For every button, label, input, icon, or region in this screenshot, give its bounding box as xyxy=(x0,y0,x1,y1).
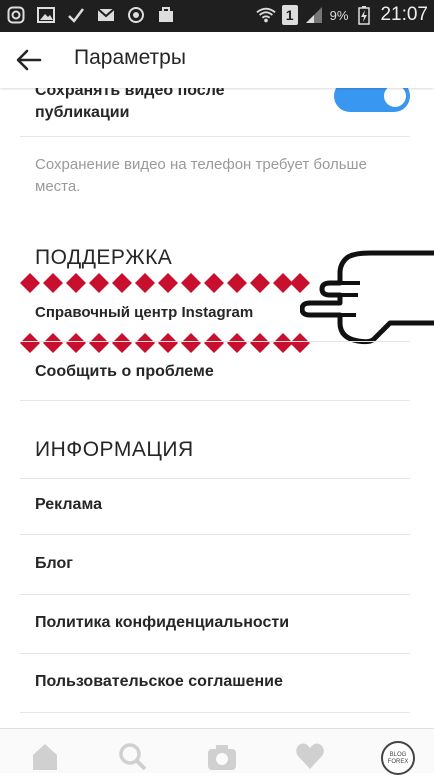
signal-icon xyxy=(304,5,324,25)
mail-icon xyxy=(96,5,116,25)
pointing-hand-icon xyxy=(300,250,434,345)
page-title: Параметры xyxy=(74,46,186,69)
support-section-header: ПОДДЕРЖКА xyxy=(35,246,173,269)
report-problem-item[interactable]: Сообщить о проблеме xyxy=(35,363,214,381)
ads-item[interactable]: Реклама xyxy=(35,496,102,514)
search-icon[interactable] xyxy=(117,741,147,771)
status-bar: 1 9% 21:07 xyxy=(0,0,434,32)
divider xyxy=(20,341,410,342)
sim-label: 1 xyxy=(285,7,294,23)
divider xyxy=(20,653,410,654)
divider xyxy=(20,136,410,137)
instagram-notification-icon xyxy=(6,5,26,25)
terms-of-use-item[interactable]: Пользовательское соглашение xyxy=(35,673,283,691)
privacy-policy-item[interactable]: Политика конфиденциальности xyxy=(35,614,289,632)
bottom-nav: BLOG FOREX xyxy=(0,728,434,775)
info-section-header: ИНФОРМАЦИЯ xyxy=(35,438,194,461)
gallery-icon xyxy=(36,5,56,25)
help-center-item[interactable]: Справочный центр Instagram xyxy=(35,304,253,321)
divider xyxy=(20,478,410,479)
settings-list[interactable]: Сохранять видео после публикации Сохране… xyxy=(0,88,434,728)
divider xyxy=(20,400,410,401)
save-video-row[interactable]: Сохранять видео после публикации xyxy=(0,88,434,136)
save-video-hint: Сохранение видео на телефон требует боль… xyxy=(35,156,367,195)
profile-avatar[interactable]: BLOG FOREX xyxy=(381,741,415,775)
sim-icon: 1 xyxy=(281,5,298,25)
camera-icon[interactable] xyxy=(206,741,236,771)
blog-item[interactable]: Блог xyxy=(35,555,73,573)
wifi-icon xyxy=(255,5,276,25)
watermark-line-1: BLOG xyxy=(389,752,407,758)
heart-icon[interactable] xyxy=(295,741,325,771)
check-icon xyxy=(66,5,86,25)
battery-charging-icon xyxy=(354,5,374,25)
app-bar: Параметры xyxy=(0,32,434,88)
sync-icon xyxy=(126,5,146,25)
divider xyxy=(20,594,410,595)
store-icon xyxy=(156,5,176,25)
toggle-knob xyxy=(384,88,406,107)
annotation-diamonds-top xyxy=(20,273,310,293)
watermark-line-2: FOREX xyxy=(387,759,409,765)
battery-percent: 9% xyxy=(329,7,349,23)
save-video-label: Сохранять видео после публикации xyxy=(35,88,225,121)
home-icon[interactable] xyxy=(30,741,60,771)
clock: 21:07 xyxy=(380,4,428,25)
back-arrow-icon[interactable] xyxy=(14,45,44,75)
save-video-toggle[interactable] xyxy=(334,88,410,112)
divider xyxy=(20,712,410,713)
divider xyxy=(20,534,410,535)
annotation-diamonds-bottom xyxy=(20,333,310,353)
